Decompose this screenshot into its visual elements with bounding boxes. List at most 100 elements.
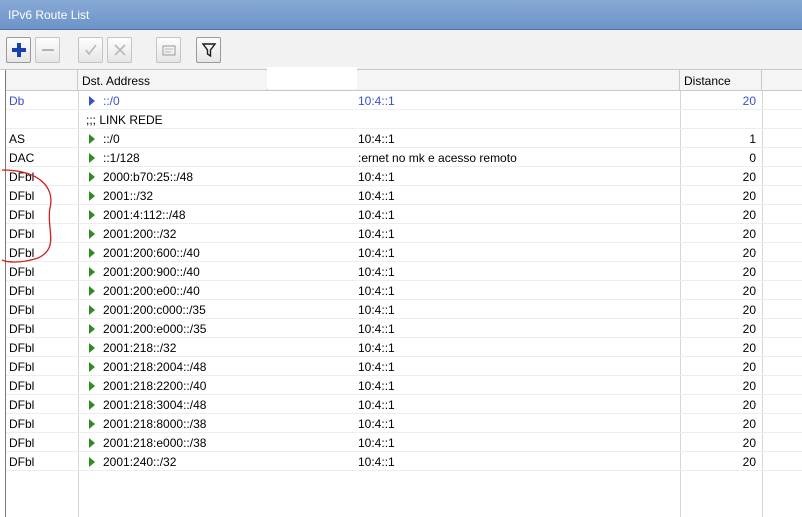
- route-distance: 20: [742, 398, 756, 412]
- comment-button[interactable]: [156, 37, 181, 63]
- route-flags: DFbl: [9, 455, 35, 469]
- route-flags: DFbl: [9, 170, 35, 184]
- expand-arrow-icon[interactable]: [89, 172, 95, 182]
- route-flags: DFbl: [9, 246, 35, 260]
- table-row[interactable]: AS::/0 10:4::1 1: [6, 129, 802, 148]
- expand-arrow-icon[interactable]: [89, 134, 95, 144]
- expand-arrow-icon[interactable]: [89, 419, 95, 429]
- table-row[interactable]: DFbl 2001:218:2200::/40 10:4::1 20: [6, 376, 802, 395]
- add-button[interactable]: [6, 37, 31, 63]
- route-gateway: 10:4::1: [358, 246, 395, 260]
- expand-arrow-icon[interactable]: [89, 400, 95, 410]
- route-distance: 20: [742, 208, 756, 222]
- route-distance: 20: [742, 436, 756, 450]
- table-row[interactable]: DFbl 2001:200::/32 10:4::1 20: [6, 224, 802, 243]
- filter-button[interactable]: [196, 37, 221, 63]
- table-row[interactable]: DFbl 2001:200:c000::/35 10:4::1 20: [6, 300, 802, 319]
- table-body: Db::/0 10:4::1 20;;; LINK REDE AS::/0 10:4::…: [6, 91, 802, 471]
- route-distance: 20: [742, 303, 756, 317]
- route-gateway: 10:4::1: [358, 265, 395, 279]
- disable-button[interactable]: [107, 37, 132, 63]
- expand-arrow-icon[interactable]: [89, 457, 95, 467]
- col-flags-header[interactable]: [6, 70, 78, 91]
- route-dst-address: ::1/128: [103, 151, 140, 165]
- expand-arrow-icon[interactable]: [89, 153, 95, 163]
- expand-arrow-icon[interactable]: [89, 305, 95, 315]
- route-distance: 20: [742, 322, 756, 336]
- table-row[interactable]: DFbl 2001:218:e000::/38 10:4::1 20: [6, 433, 802, 452]
- route-gateway: 10:4::1: [358, 132, 395, 146]
- route-distance: 20: [742, 94, 756, 108]
- route-distance: 20: [742, 379, 756, 393]
- table-row[interactable]: DFbl 2001:4:112::/48 10:4::1 20: [6, 205, 802, 224]
- route-flags: DFbl: [9, 322, 35, 336]
- route-distance: 0: [749, 151, 756, 165]
- route-dst-address: 2001:200:c000::/35: [103, 303, 206, 317]
- expand-arrow-icon[interactable]: [89, 229, 95, 239]
- route-dst-address: 2001::/32: [103, 189, 154, 203]
- expand-arrow-icon[interactable]: [89, 248, 95, 258]
- check-icon: [84, 44, 97, 56]
- expand-arrow-icon[interactable]: [89, 343, 95, 353]
- expand-arrow-icon[interactable]: [89, 381, 95, 391]
- table-row[interactable]: DFbl 2001:200:900::/40 10:4::1 20: [6, 262, 802, 281]
- route-flags: DFbl: [9, 208, 35, 222]
- expand-arrow-icon[interactable]: [89, 362, 95, 372]
- route-dst-address: 2001:200::/32: [103, 227, 177, 241]
- table-row[interactable]: DFbl 2001::/32 10:4::1 20: [6, 186, 802, 205]
- expand-arrow-icon[interactable]: [89, 267, 95, 277]
- table-row[interactable]: DAC::1/128:ernet no mk e acesso remoto 0: [6, 148, 802, 167]
- route-gateway: 10:4::1: [358, 436, 395, 450]
- route-dst-address: 2001:200:600::/40: [103, 246, 200, 260]
- route-dst-address: ::/0: [103, 132, 120, 146]
- route-gateway: 10:4::1: [358, 379, 395, 393]
- table-row[interactable]: DFbl 2001:200:e00::/40 10:4::1 20: [6, 281, 802, 300]
- route-flags: DFbl: [9, 227, 35, 241]
- table-row[interactable]: DFbl 2001:218:3004::/48 10:4::1 20: [6, 395, 802, 414]
- route-gateway: 10:4::1: [358, 322, 395, 336]
- route-gateway: 10:4::1: [358, 189, 395, 203]
- route-distance: 1: [749, 132, 756, 146]
- route-dst-address: 2001:218:e000::/38: [103, 436, 207, 450]
- window-title: IPv6 Route List: [8, 8, 90, 22]
- route-flags: AS: [9, 132, 26, 146]
- col-dst-address-header[interactable]: Dst. Address: [78, 70, 268, 91]
- table-row[interactable]: DFbl 2001:218::/32 10:4::1 20: [6, 338, 802, 357]
- route-distance: 20: [742, 417, 756, 431]
- route-gateway: 10:4::1: [358, 417, 395, 431]
- table-row[interactable]: DFbl 2001:240::/32 10:4::1 20: [6, 452, 802, 471]
- expand-arrow-icon[interactable]: [89, 96, 95, 106]
- route-dst-address: 2001:218:3004::/48: [103, 398, 207, 412]
- expand-arrow-icon[interactable]: [89, 210, 95, 220]
- comment-row[interactable]: ;;; LINK REDE: [6, 110, 802, 129]
- expand-arrow-icon[interactable]: [89, 324, 95, 334]
- route-gateway: 10:4::1: [358, 227, 395, 241]
- expand-arrow-icon[interactable]: [89, 438, 95, 448]
- route-dst-address: ::/0: [103, 94, 120, 108]
- expand-arrow-icon[interactable]: [89, 191, 95, 201]
- route-dst-address: 2001:200:900::/40: [103, 265, 200, 279]
- route-flags: DFbl: [9, 379, 35, 393]
- funnel-icon: [201, 43, 216, 58]
- route-distance: 20: [742, 341, 756, 355]
- table-row[interactable]: DFbl 2000:b70:25::/48 10:4::1 20: [6, 167, 802, 186]
- col-distance-header[interactable]: Distance: [680, 70, 762, 91]
- route-dst-address: 2001:4:112::/48: [103, 208, 186, 222]
- remove-button[interactable]: [35, 37, 60, 63]
- expand-arrow-icon[interactable]: [89, 286, 95, 296]
- route-dst-address: 2001:200:e00::/40: [103, 284, 200, 298]
- route-gateway: 10:4::1: [358, 341, 395, 355]
- route-distance: 20: [742, 246, 756, 260]
- obscured-region: [267, 67, 357, 89]
- route-gateway: 10:4::1: [358, 398, 395, 412]
- route-flags: DFbl: [9, 189, 35, 203]
- table-row[interactable]: Db::/0 10:4::1 20: [6, 91, 802, 110]
- route-dst-address: 2001:200:e000::/35: [103, 322, 207, 336]
- table-row[interactable]: DFbl 2001:200:e000::/35 10:4::1 20: [6, 319, 802, 338]
- route-gateway: 10:4::1: [358, 170, 395, 184]
- enable-button[interactable]: [78, 37, 103, 63]
- table-row[interactable]: DFbl 2001:218:2004::/48 10:4::1 20: [6, 357, 802, 376]
- route-flags: DFbl: [9, 360, 35, 374]
- table-row[interactable]: DFbl 2001:200:600::/40 10:4::1 20: [6, 243, 802, 262]
- table-row[interactable]: DFbl 2001:218:8000::/38 10:4::1 20: [6, 414, 802, 433]
